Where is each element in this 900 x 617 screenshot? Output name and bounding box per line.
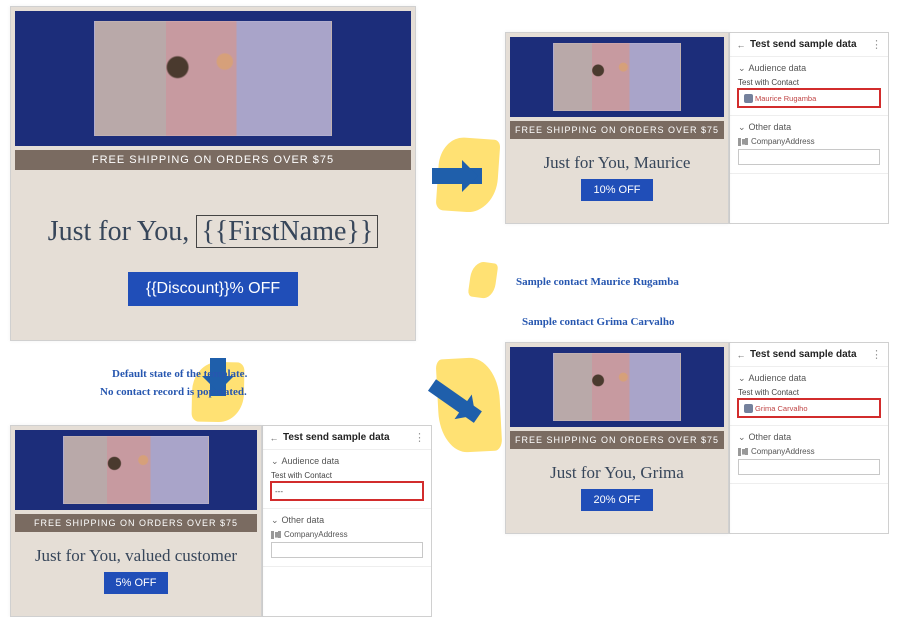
avatar-icon (744, 404, 753, 413)
contact-value: Grima Carvalho (755, 404, 808, 413)
section-title: Other data (738, 122, 880, 133)
company-address-input[interactable] (738, 149, 880, 165)
panel-section-audience[interactable]: Audience data Test with Contact Maurice … (730, 57, 888, 116)
scenario-maurice: FREE SHIPPING ON ORDERS OVER $75 Just fo… (505, 32, 889, 224)
hero-image (63, 436, 208, 504)
email-preview-grima: FREE SHIPPING ON ORDERS OVER $75 Just fo… (505, 342, 729, 534)
field-label: CompanyAddress (751, 137, 815, 146)
caption-grima: Sample contact Grima Carvalho (522, 316, 674, 330)
contact-lookup-field[interactable]: Grima Carvalho (738, 399, 880, 417)
scenario-default: FREE SHIPPING ON ORDERS OVER $75 Just fo… (10, 425, 432, 617)
email-preview-default: FREE SHIPPING ON ORDERS OVER $75 Just fo… (10, 425, 262, 617)
hero-image (94, 21, 332, 136)
discount-button[interactable]: 10% OFF (581, 179, 652, 201)
company-icon (271, 531, 281, 539)
discount-button[interactable]: 5% OFF (104, 572, 169, 594)
highlight-blob (468, 260, 499, 299)
hero-banner (510, 347, 724, 427)
company-address-input[interactable] (271, 542, 423, 558)
field-label: Test with Contact (738, 388, 880, 397)
more-icon[interactable]: ⋮ (871, 348, 882, 361)
section-title: Audience data (738, 63, 880, 74)
scenario-grima: FREE SHIPPING ON ORDERS OVER $75 Just fo… (505, 342, 889, 534)
panel-section-other[interactable]: Other data CompanyAddress (730, 426, 888, 484)
panel-section-audience[interactable]: Audience data Test with Contact --- (263, 450, 431, 509)
greeting-text: Just for You, {{FirstName}} (11, 170, 415, 256)
section-title: Audience data (738, 373, 880, 384)
hero-image (553, 353, 681, 421)
test-send-panel: ← Test send sample data ⋮ Audience data … (729, 32, 889, 224)
shipping-bar: FREE SHIPPING ON ORDERS OVER $75 (510, 121, 724, 139)
hero-banner (15, 11, 411, 146)
field-label: CompanyAddress (284, 530, 348, 539)
more-icon[interactable]: ⋮ (871, 38, 882, 51)
hero-image (553, 43, 681, 111)
hero-banner (510, 37, 724, 117)
caption-default-2: No contact record is populated. (100, 386, 247, 400)
email-template-card: FREE SHIPPING ON ORDERS OVER $75 Just fo… (10, 6, 416, 341)
discount-button[interactable]: 20% OFF (581, 489, 652, 511)
field-label: Test with Contact (738, 78, 880, 87)
hero-banner (15, 430, 257, 510)
discount-button[interactable]: {{Discount}}% OFF (128, 272, 298, 306)
back-icon[interactable]: ← (736, 350, 746, 360)
shipping-bar: FREE SHIPPING ON ORDERS OVER $75 (510, 431, 724, 449)
panel-section-other[interactable]: Other data CompanyAddress (730, 116, 888, 174)
contact-lookup-field[interactable]: --- (271, 482, 423, 500)
shipping-bar: FREE SHIPPING ON ORDERS OVER $75 (15, 150, 411, 170)
panel-title: Test send sample data (750, 39, 867, 50)
test-send-panel: ← Test send sample data ⋮ Audience data … (729, 342, 889, 534)
back-icon[interactable]: ← (736, 40, 746, 50)
greeting-text: Just for You, Maurice (506, 139, 728, 179)
contact-value: --- (275, 487, 283, 496)
section-title: Other data (738, 432, 880, 443)
caption-default-1: Default state of the template. (112, 368, 247, 382)
company-address-input[interactable] (738, 459, 880, 475)
test-send-panel: ← Test send sample data ⋮ Audience data … (262, 425, 432, 617)
avatar-icon (744, 94, 753, 103)
company-icon (738, 448, 748, 456)
contact-value: Maurice Rugamba (755, 94, 816, 103)
panel-section-other[interactable]: Other data CompanyAddress (263, 509, 431, 567)
section-title: Other data (271, 515, 423, 526)
company-icon (738, 138, 748, 146)
greeting-text: Just for You, valued customer (11, 532, 261, 572)
shipping-bar: FREE SHIPPING ON ORDERS OVER $75 (15, 514, 257, 532)
section-title: Audience data (271, 456, 423, 467)
caption-maurice: Sample contact Maurice Rugamba (516, 276, 679, 290)
back-icon[interactable]: ← (269, 433, 279, 443)
greeting-text: Just for You, Grima (506, 449, 728, 489)
field-label: Test with Contact (271, 471, 423, 480)
arrow-right-icon (432, 168, 482, 184)
email-preview-maurice: FREE SHIPPING ON ORDERS OVER $75 Just fo… (505, 32, 729, 224)
contact-lookup-field[interactable]: Maurice Rugamba (738, 89, 880, 107)
panel-title: Test send sample data (283, 432, 410, 443)
field-label: CompanyAddress (751, 447, 815, 456)
firstname-token: {{FirstName}} (196, 215, 378, 248)
more-icon[interactable]: ⋮ (414, 431, 425, 444)
panel-section-audience[interactable]: Audience data Test with Contact Grima Ca… (730, 367, 888, 426)
panel-title: Test send sample data (750, 349, 867, 360)
